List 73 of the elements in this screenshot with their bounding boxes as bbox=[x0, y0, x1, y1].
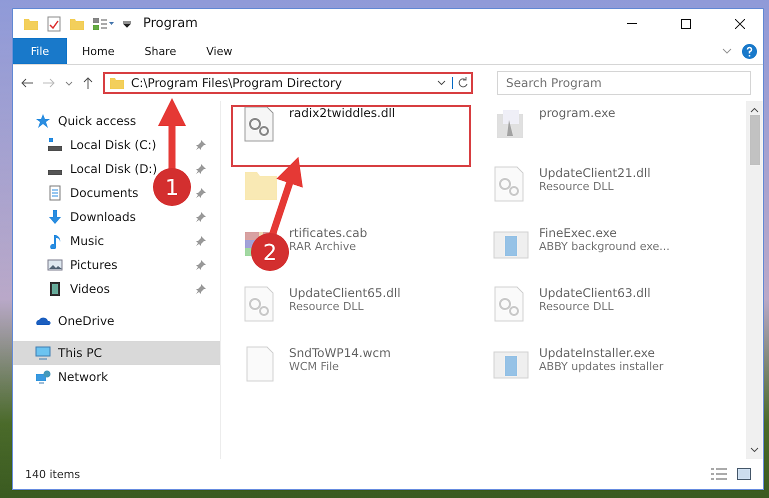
folder-icon bbox=[109, 75, 125, 91]
pin-icon[interactable] bbox=[196, 284, 206, 294]
file-name[interactable]: UpdateClient21.dll bbox=[539, 166, 651, 180]
star-icon bbox=[35, 113, 51, 129]
sidebar-item[interactable]: Documents bbox=[13, 181, 142, 205]
picture-icon bbox=[47, 257, 63, 273]
address-bar[interactable]: C:\Program Files\Program Directory bbox=[103, 72, 473, 94]
file-name[interactable]: UpdateClient65.dll bbox=[289, 286, 401, 300]
item-count: 140 items bbox=[25, 468, 82, 480]
maximize-icon bbox=[681, 18, 691, 28]
document-icon bbox=[47, 185, 63, 201]
sidebar-item[interactable]: Pictures bbox=[13, 253, 122, 277]
file-type: WCM File bbox=[289, 360, 339, 373]
scroll-down-icon[interactable] bbox=[750, 447, 759, 453]
ribbon-tab[interactable]: Share bbox=[129, 38, 192, 64]
pin-icon[interactable] bbox=[196, 164, 206, 174]
sidebar-item[interactable]: Network bbox=[13, 365, 112, 389]
minimize-icon bbox=[627, 23, 637, 24]
search-field[interactable]: Search Program bbox=[497, 71, 751, 95]
drive-icon bbox=[47, 168, 63, 176]
chevron-down-icon[interactable] bbox=[437, 80, 446, 86]
file-name[interactable]: UpdateInstaller.exe bbox=[539, 346, 655, 360]
file-type: RAR Archive bbox=[289, 240, 356, 253]
ribbon-tab[interactable]: View bbox=[191, 38, 248, 64]
window-title: Program bbox=[143, 16, 199, 31]
file-name[interactable]: SndToWP14.wcm bbox=[289, 346, 391, 360]
scrollbar[interactable] bbox=[746, 101, 763, 459]
download-arrow-icon bbox=[47, 209, 63, 225]
file-type: Resource DLL bbox=[539, 180, 614, 193]
dropdown-icon[interactable] bbox=[123, 20, 131, 28]
file-type: ABBY updates installer bbox=[539, 360, 664, 373]
sidebar-item[interactable]: Videos bbox=[13, 277, 114, 301]
expand-ribbon-icon[interactable] bbox=[722, 48, 732, 54]
up-arrow-icon[interactable] bbox=[83, 77, 93, 89]
file-name[interactable]: UpdateClient63.dll bbox=[539, 286, 651, 300]
drive-icon bbox=[47, 137, 63, 153]
pin-icon[interactable] bbox=[196, 212, 206, 222]
pin-icon[interactable] bbox=[196, 236, 206, 246]
sidebar-item[interactable]: Downloads bbox=[13, 205, 140, 229]
file-name[interactable]: program.exe bbox=[539, 106, 616, 120]
sidebar-item[interactable]: OneDrive bbox=[13, 309, 118, 333]
large-icons-view-icon[interactable] bbox=[737, 468, 751, 480]
details-view-icon[interactable] bbox=[711, 468, 727, 480]
sidebar-item[interactable]: Music bbox=[13, 229, 108, 253]
address-path: C:\Program Files\Program Directory bbox=[131, 76, 344, 90]
pin-icon[interactable] bbox=[196, 140, 206, 150]
refresh-icon[interactable] bbox=[452, 77, 469, 89]
checklist-icon bbox=[47, 16, 61, 32]
help-icon[interactable] bbox=[742, 44, 757, 58]
film-icon bbox=[47, 281, 63, 297]
scroll-up-icon[interactable] bbox=[750, 107, 759, 113]
monitor-icon bbox=[35, 345, 51, 361]
file-menu-tab[interactable]: File bbox=[13, 38, 67, 64]
chevron-down-icon[interactable] bbox=[65, 80, 73, 86]
pin-icon[interactable] bbox=[196, 260, 206, 270]
network-icon bbox=[35, 369, 51, 385]
back-arrow-icon[interactable] bbox=[21, 78, 33, 88]
pin-icon[interactable] bbox=[196, 188, 206, 198]
close-icon bbox=[735, 18, 745, 28]
file-name[interactable]: rtificates.cab bbox=[289, 226, 368, 240]
sidebar-item[interactable]: Quick access bbox=[13, 109, 140, 133]
sidebar-item[interactable]: This PC bbox=[13, 341, 220, 365]
file-name[interactable]: radix2twiddles.dll bbox=[289, 106, 396, 120]
file-type: ABBY background exe... bbox=[539, 240, 670, 253]
properties-icon[interactable] bbox=[93, 18, 115, 30]
file-type: Resource DLL bbox=[539, 300, 614, 313]
file-name[interactable]: FineExec.exe bbox=[539, 226, 617, 240]
scrollbar-thumb[interactable] bbox=[750, 115, 760, 165]
file-type: Resource DLL bbox=[289, 300, 364, 313]
ribbon-tab[interactable]: Home bbox=[67, 38, 130, 64]
sidebar-item[interactable]: Local Disk (D:) bbox=[13, 157, 162, 181]
music-note-icon bbox=[47, 233, 63, 249]
sidebar-item[interactable]: Local Disk (C:) bbox=[13, 133, 160, 157]
